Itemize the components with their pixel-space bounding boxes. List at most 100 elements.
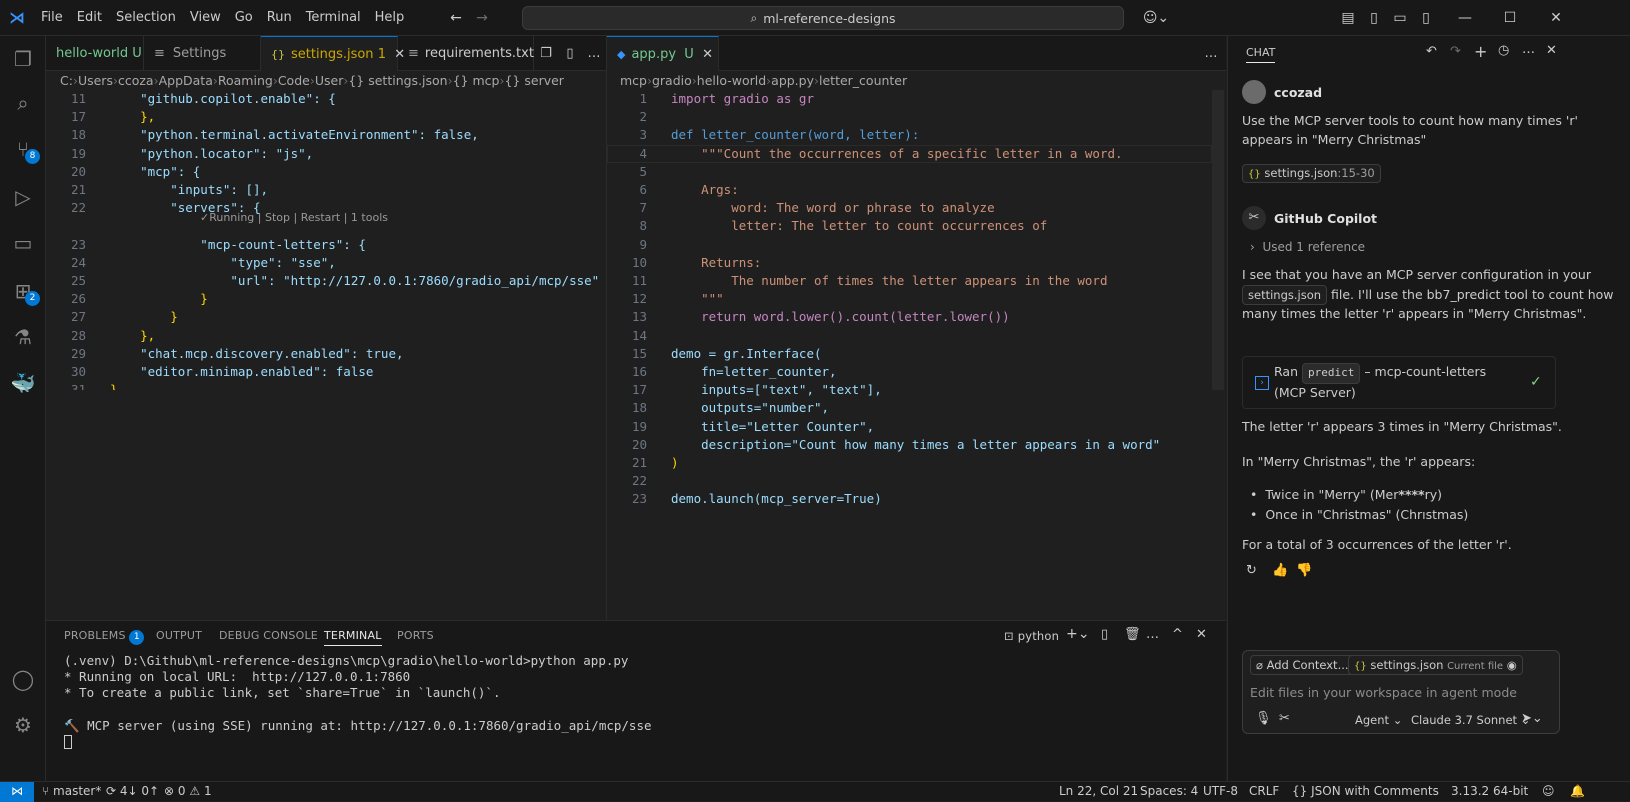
encoding-status[interactable]: UTF-8 [1203,784,1238,798]
tab-debug-console[interactable]: DEBUG CONSOLE [219,629,318,642]
manage-gear-icon[interactable]: ⚙ [8,710,38,740]
remote-indicator-icon[interactable]: ⋈ [0,782,34,802]
source-control-icon[interactable]: ⑂ 8 [8,134,40,164]
menu-view[interactable]: View [183,0,228,36]
breadcrumb-item[interactable]: AppData [159,73,213,88]
sync-status[interactable]: ⟳ 4↓ 0↑ [106,784,159,798]
split-terminal-icon[interactable]: ▯ [1101,627,1108,642]
remote-explorer-icon[interactable]: ▭ [8,228,38,258]
split-editor-icon[interactable]: ▯ [558,36,582,70]
menu-file[interactable]: File [34,0,70,36]
settings-json-editor[interactable]: 11 "github.copilot.enable": {17 }, 18 "py… [46,90,606,390]
breadcrumb-item[interactable]: app.py [771,73,814,88]
add-context-button[interactable]: ⌀ Add Context... [1250,655,1355,675]
tab-ports[interactable]: PORTS [397,629,434,642]
menu-go[interactable]: Go [228,0,260,36]
settings-json-chip[interactable]: settings.json [1242,284,1328,305]
retry-icon[interactable]: ↻ [1246,563,1257,578]
close-window-icon[interactable]: ✕ [1546,8,1566,28]
breadcrumb-item[interactable]: Code [278,73,310,88]
close-panel-icon[interactable]: ✕ [1196,627,1207,642]
breadcrumb-item[interactable]: gradio [652,73,692,88]
thumbs-down-icon[interactable]: 👎 [1296,563,1312,578]
maximize-icon[interactable]: ☐ [1500,8,1520,28]
account-icon[interactable]: ◯ [8,664,38,694]
toggle-sidebar-icon[interactable]: ▯ [1364,8,1384,28]
app-py-editor[interactable]: 1 import gradio as gr 2 3 def letter_counter… [607,90,1212,520]
close-chat-icon[interactable]: ✕ [1546,43,1557,58]
more-actions-icon[interactable]: … [1522,42,1535,57]
tab-output[interactable]: OUTPUT [156,629,202,642]
more-actions-icon[interactable]: … [1146,627,1159,642]
used-reference[interactable]: › Used 1 reference [1250,240,1365,254]
branch-status[interactable]: ⑂ master* [42,784,101,798]
notifications-icon[interactable]: 🔔 [1570,784,1585,798]
toggle-secondary-sidebar-icon[interactable]: ▯ [1416,8,1436,28]
layout-icon[interactable]: ▤ [1338,8,1358,28]
tab-problems[interactable]: PROBLEMS 1 [64,629,145,645]
menu-run[interactable]: Run [260,0,299,36]
mode-select[interactable]: Agent ⌄ [1355,713,1402,727]
terminal-selector[interactable]: ⊡ python [1004,629,1059,643]
codelens-mcp[interactable]: ✓Running | Stop | Restart | 1 tools [200,211,388,224]
redo-icon[interactable]: ↷ [1450,44,1461,59]
breadcrumb-item[interactable]: Users [78,73,113,88]
copilot-status-icon[interactable]: ☺ [1542,784,1555,798]
testing-icon[interactable]: ⚗ [8,322,38,352]
tab-hello-world[interactable]: hello-world U [46,36,144,71]
tools-icon[interactable]: ✂ [1279,711,1290,726]
forward-arrow-icon[interactable]: → [472,8,492,28]
kill-terminal-icon[interactable]: 🗑 [1124,627,1141,642]
close-tab-icon[interactable]: ✕ [702,47,713,62]
breadcrumb-item[interactable]: {} settings.json [348,73,447,88]
breadcrumb-item[interactable]: letter_counter [819,73,907,88]
editor-scrollbar[interactable] [1212,90,1224,390]
indentation-status[interactable]: Spaces: 4 [1140,784,1198,798]
language-status[interactable]: {} JSON with Comments [1292,784,1439,798]
breadcrumb-item[interactable]: mcp [620,73,647,88]
menu-edit[interactable]: Edit [70,0,109,36]
breadcrumb-item[interactable]: ccoza [118,73,154,88]
thumbs-up-icon[interactable]: 👍 [1272,563,1288,578]
new-terminal-icon[interactable]: +⌄ [1066,626,1090,642]
breadcrumb-item[interactable]: {} mcp [453,73,500,88]
chat-input-box[interactable]: ⌀ Add Context... {} settings.json Curren… [1242,650,1560,734]
run-debug-icon[interactable]: ▷ [8,182,38,212]
eol-status[interactable]: CRLF [1249,784,1279,798]
tab-settings-json[interactable]: {} settings.json 1 ✕ [261,36,405,71]
problems-status[interactable]: ⊗ 0 ⚠ 1 [164,784,212,798]
minimize-icon[interactable]: — [1455,8,1475,28]
back-arrow-icon[interactable]: ← [446,8,466,28]
context-file-chip[interactable]: {} settings.json Current file ◉ [1348,655,1523,675]
tab-terminal[interactable]: TERMINAL [324,629,382,646]
microphone-icon[interactable]: 🎙 [1255,711,1272,726]
breadcrumb-item[interactable]: C: [60,73,73,88]
menu-terminal[interactable]: Terminal [299,0,368,36]
undo-icon[interactable]: ↶ [1426,44,1437,59]
menu-help[interactable]: Help [368,0,412,36]
tab-requirements[interactable]: ≡ requirements.txt [398,36,534,71]
attachment-chip[interactable]: {} settings.json:15-30 [1242,164,1381,183]
breadcrumb-item[interactable]: hello-world [697,73,766,88]
breadcrumb-item[interactable]: User [315,73,344,88]
breadcrumb-item[interactable]: {} server [504,73,563,88]
tab-settings[interactable]: ≡ Settings [144,36,261,71]
python-interpreter-status[interactable]: 3.13.2 64-bit [1451,784,1528,798]
maximize-panel-icon[interactable]: ^ [1172,627,1183,642]
docker-icon[interactable]: 🐳 [8,368,38,398]
eye-icon[interactable]: ◉ [1507,658,1517,672]
history-icon[interactable]: ◷ [1498,43,1509,58]
chat-input[interactable]: Edit files in your workspace in agent mo… [1250,685,1517,700]
toggle-panel-icon[interactable]: ▭ [1390,8,1410,28]
extensions-icon[interactable]: ⊞ 2 [8,276,40,306]
tab-app-py[interactable]: ◆ app.py U ✕ [607,36,719,71]
explorer-icon[interactable]: ❐ [8,44,38,74]
cursor-position[interactable]: Ln 22, Col 21 [1059,784,1138,798]
open-changes-icon[interactable]: ❐ [534,36,558,70]
search-view-icon[interactable]: ⌕ [8,88,38,118]
menu-selection[interactable]: Selection [109,0,183,36]
breadcrumb-item[interactable]: Roaming [218,73,273,88]
new-chat-icon[interactable]: + [1474,42,1487,61]
more-actions-icon[interactable]: … [582,36,606,70]
more-actions-icon[interactable]: … [1196,36,1226,70]
